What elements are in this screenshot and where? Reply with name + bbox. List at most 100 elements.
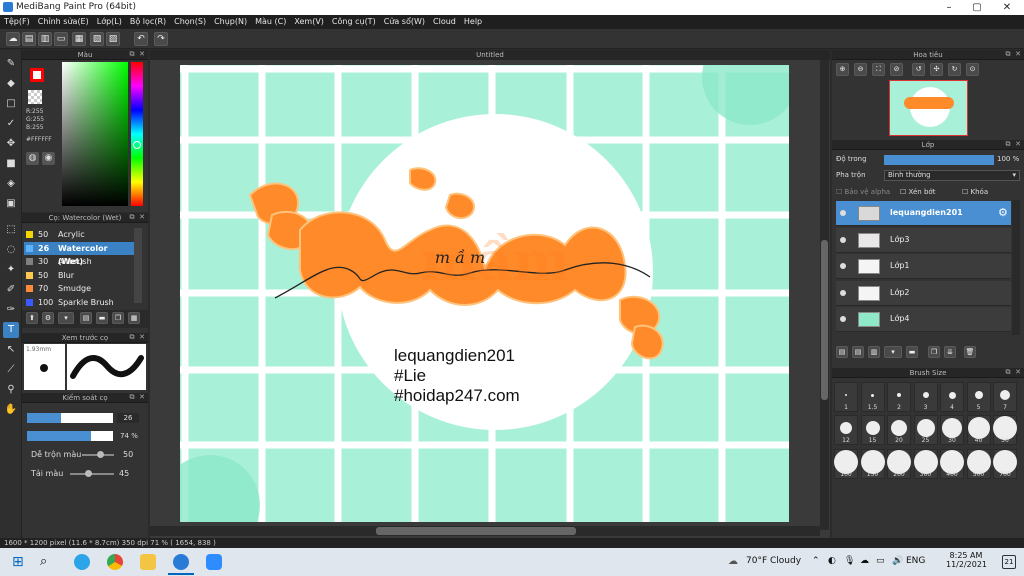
brush-list-scrollbar[interactable] [134,228,142,303]
undo-icon[interactable]: ↶ [134,32,148,46]
color-wheel-icon[interactable]: ◉ [42,152,55,165]
panel-float-icon[interactable]: ⧉ [1004,368,1012,377]
menu-help[interactable]: Help [460,15,486,26]
panel-close-icon[interactable]: ✕ [1014,140,1022,149]
maximize-button[interactable]: ▢ [962,0,992,15]
brush-tool-icon[interactable]: ✎ [3,56,19,72]
grid-icon[interactable]: ▦ [72,32,86,46]
open-icon[interactable]: ▥ [38,32,52,46]
rotate-right-icon[interactable]: ↻ [948,63,961,76]
fit-icon[interactable]: ⛶ [872,63,885,76]
select-pen-icon[interactable]: ✐ [3,282,19,298]
menu-color[interactable]: Màu (C) [251,15,290,26]
canvas-vertical-scrollbar[interactable] [820,60,829,530]
app-tray-icon[interactable]: ◐ [828,556,836,566]
brush-item[interactable]: 26 Watercolor (Wet) [24,241,134,266]
zoom-reset-icon[interactable]: ⊘ [890,63,903,76]
layer-row[interactable]: Lớp1 [836,254,1011,279]
medibang-icon[interactable] [173,554,189,570]
close-button[interactable]: ✕ [992,0,1022,15]
zoom-icon[interactable] [206,554,222,570]
menu-view[interactable]: Xem(V) [290,15,328,26]
layout-icon[interactable]: ▨ [106,32,120,46]
panel-close-icon[interactable]: ✕ [1014,368,1022,377]
panel-close-icon[interactable]: ✕ [138,393,146,402]
layer-row[interactable]: Lớp4 [836,307,1011,332]
delete-layer-icon[interactable]: 🗑 [964,346,976,358]
dot-tool-icon[interactable]: ✓ [3,116,19,132]
hand-tool-icon[interactable]: ✋ [3,402,19,418]
panel-close-icon[interactable]: ✕ [138,333,146,342]
drawing-canvas[interactable]: mầm m ầ m lequangdien201 #Lie #hoidap247… [180,65,789,522]
brush-item[interactable]: 100 Sparkle Brush [24,296,134,309]
flip-icon[interactable]: ✣ [930,63,943,76]
navigator-thumbnail[interactable] [889,80,968,136]
canvas-horizontal-scrollbar[interactable] [150,526,820,536]
new-layer-icon[interactable]: ▤ [836,346,848,358]
panel-close-icon[interactable]: ✕ [138,50,146,59]
panel-float-icon[interactable]: ⧉ [1004,50,1012,59]
rect-tool-icon[interactable]: □ [3,96,19,112]
protect-alpha-checkbox[interactable]: ☐ Bảo vệ alpha [836,188,890,196]
new-layer-2-icon[interactable]: ▤ [852,346,864,358]
chrome-icon[interactable] [107,554,123,570]
transparent-color-swatch[interactable] [28,90,42,104]
menu-window[interactable]: Cửa sổ(W) [380,15,429,26]
blend-mode-select[interactable]: Bình thường ▾ [884,170,1020,181]
text-tool-icon[interactable]: T [3,322,19,338]
brush-duplicate-icon[interactable]: ❐ [112,312,124,324]
language-indicator[interactable]: ENG [906,556,925,566]
volume-icon[interactable]: 🔊 [892,556,903,566]
magic-wand-icon[interactable]: ✦ [3,262,19,278]
brush-settings-icon[interactable]: ⚙ [42,312,54,324]
layer-visibility-icon[interactable] [840,316,846,322]
brush-item[interactable]: 50 Acrylic [24,228,134,241]
reload-slider[interactable] [70,473,114,475]
cloud-tray-icon[interactable]: ☁ [860,556,869,566]
divide-tool-icon[interactable]: ⟋ [3,362,19,378]
microphone-icon[interactable]: 🎙 [844,556,855,566]
chevron-up-icon[interactable]: ⌃ [812,556,820,566]
edge-icon[interactable] [74,554,90,570]
search-icon[interactable]: ⌕ [40,554,56,570]
hue-handle[interactable] [133,141,141,149]
redo-icon[interactable]: ↷ [154,32,168,46]
panel-close-icon[interactable]: ✕ [138,213,146,222]
eyedropper-icon[interactable]: ⚲ [3,382,19,398]
panel-icon[interactable]: ▧ [90,32,104,46]
brush-item[interactable]: 50 Blur [24,269,134,282]
cloud-icon[interactable]: ☁ [6,32,20,46]
minimize-button[interactable]: – [934,0,964,15]
zoom-in-icon[interactable]: ⊕ [836,63,849,76]
hue-slider[interactable] [131,62,143,206]
lock-checkbox[interactable]: ☐ Khóa [962,188,988,196]
layer-visibility-icon[interactable] [840,289,846,296]
panel-float-icon[interactable]: ⧉ [128,213,136,222]
layer-row[interactable]: Lớp3 [836,227,1011,253]
brush-size-value[interactable]: 26 [117,413,139,423]
layer-folder-icon[interactable]: ▬ [906,346,918,358]
panel-float-icon[interactable]: ⧉ [128,333,136,342]
layer-list-scrollbar[interactable] [1012,200,1020,335]
comment-icon[interactable]: ▭ [54,32,68,46]
new-file-icon[interactable]: ▤ [22,32,36,46]
menu-snap[interactable]: Chụp(N) [210,15,251,26]
menu-select[interactable]: Chọn(S) [170,15,210,26]
menu-filter[interactable]: Bộ lọc(R) [126,15,170,26]
layer-visibility-icon[interactable] [840,263,846,269]
layer-visibility-icon[interactable] [840,210,846,216]
merge-layer-icon[interactable]: ⇊ [944,346,956,358]
layer-opacity-slider[interactable] [884,155,994,165]
duplicate-layer-icon[interactable]: ❐ [928,346,940,358]
panel-float-icon[interactable]: ⧉ [1004,140,1012,149]
panel-float-icon[interactable]: ⧉ [128,393,136,402]
brush-item[interactable]: 30 Airbrush [24,255,134,268]
zoom-out-icon[interactable]: ⊖ [854,63,867,76]
menu-edit[interactable]: Chỉnh sửa(E) [34,15,93,26]
layer-settings-icon[interactable]: ⚙ [998,206,1008,219]
new-layer-menu-icon[interactable]: ▾ [884,346,902,358]
panel-close-icon[interactable]: ✕ [1014,50,1022,59]
weather-text[interactable]: 70°F Cloudy [746,556,801,566]
clipping-checkbox[interactable]: ☐ Xén bớt [900,188,935,196]
lasso-tool-icon[interactable]: ◌ [3,242,19,258]
